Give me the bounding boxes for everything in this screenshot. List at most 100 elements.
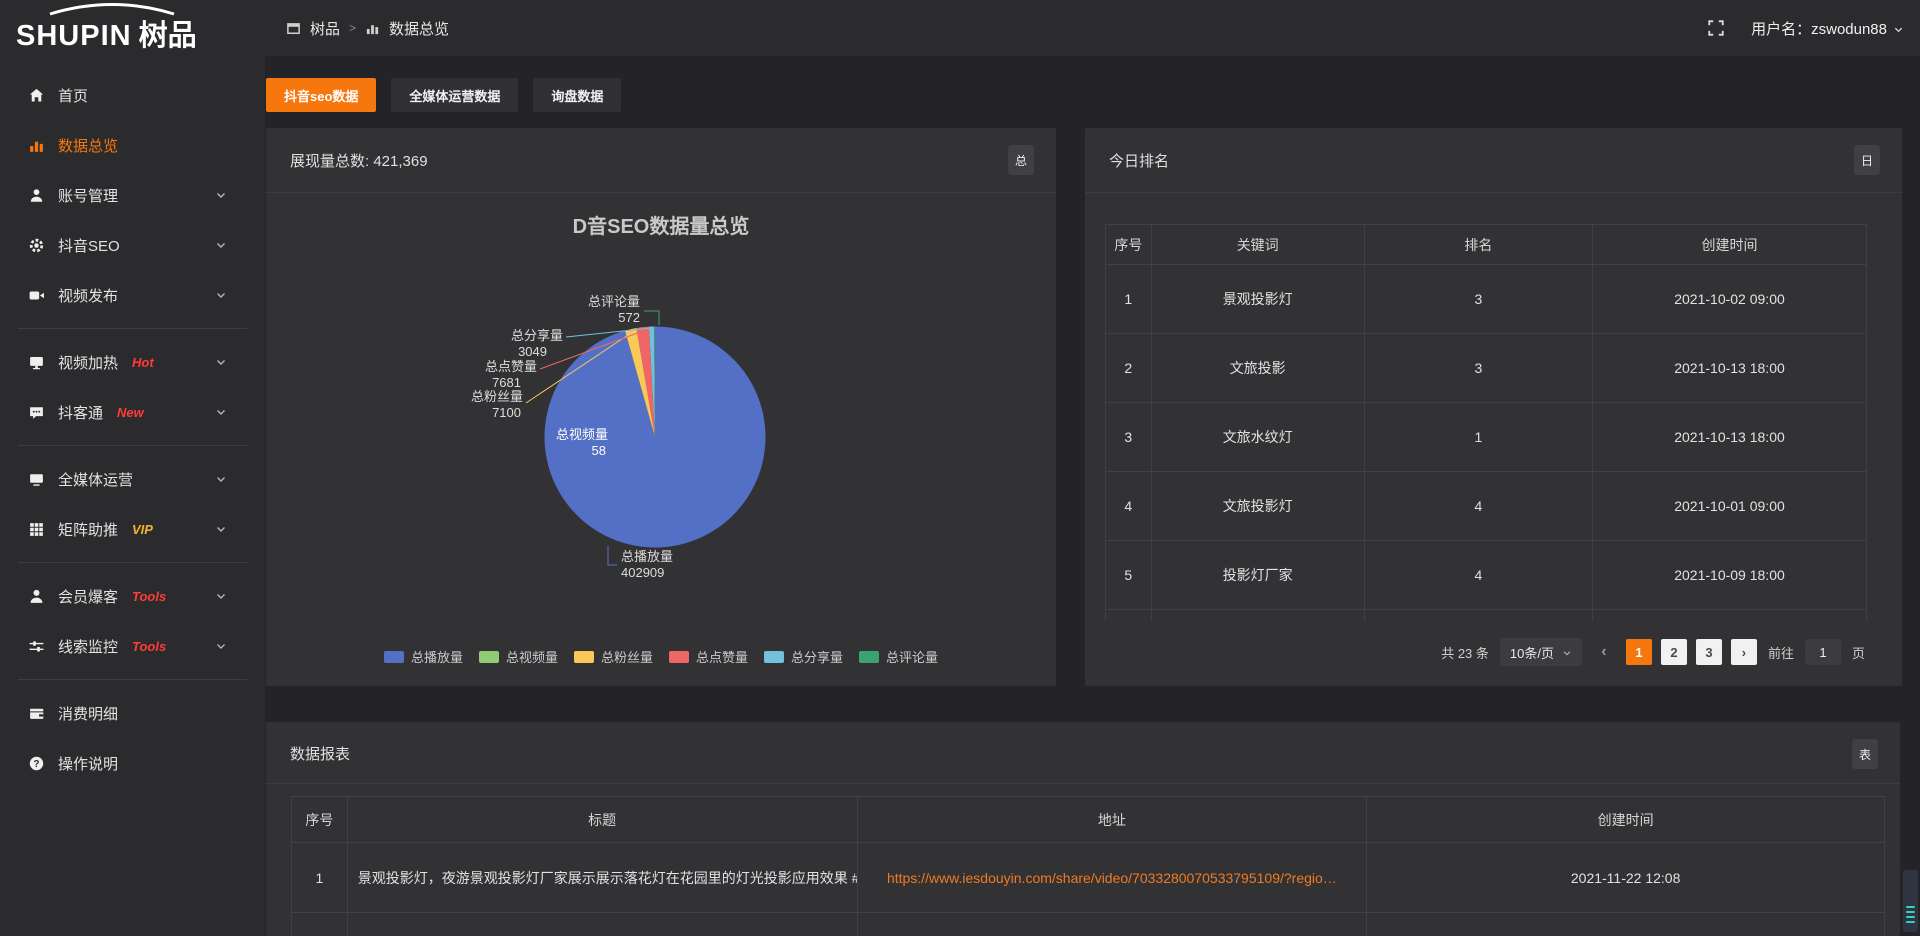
ranking-table-body: 1景观投影灯32021-10-02 09:002文旅投影32021-10-13 … xyxy=(1106,265,1867,622)
report-table-row-partial xyxy=(292,913,1885,936)
ranking-cell: 3 xyxy=(1364,334,1592,403)
legend-item[interactable]: 总粉丝量 xyxy=(574,647,653,666)
report-cell xyxy=(347,913,857,936)
sidebar: SHUPIN树品 首页 数据总览 账号管理 抖音SEO xyxy=(0,0,265,936)
tab-1[interactable]: 抖音seo数据 xyxy=(266,78,376,112)
report-cell xyxy=(857,913,1367,936)
next-page-button[interactable]: › xyxy=(1731,639,1757,665)
sidebar-item-label: 数据总览 xyxy=(58,135,118,156)
pie-label-value: 572 xyxy=(618,310,640,325)
pagination-total: 共 23 条 xyxy=(1441,643,1489,662)
tab-2[interactable]: 全媒体运营数据 xyxy=(391,78,518,112)
report-link[interactable]: https://www.iesdouyin.com/share/video/70… xyxy=(887,870,1337,886)
sidebar-item-5[interactable]: 视频发布 xyxy=(0,270,265,320)
user-icon xyxy=(28,187,45,204)
pie-label-name: 总粉丝量 xyxy=(471,389,523,404)
ranking-corner-button[interactable]: 日 xyxy=(1854,145,1880,175)
pagination: 共 23 条 10条/页 ‹ 123 › 前往 页 xyxy=(1439,638,1867,666)
sidebar-item-9[interactable]: 矩阵助推 VIP xyxy=(0,504,265,554)
sidebar-item-2[interactable]: 数据总览 xyxy=(0,120,265,170)
ranking-cell: 2021-10-01 09:00 xyxy=(1593,472,1867,541)
breadcrumb-root[interactable]: 树品 xyxy=(310,18,340,39)
sidebar-item-3[interactable]: 账号管理 xyxy=(0,170,265,220)
report-corner-button[interactable]: 表 xyxy=(1852,739,1878,769)
pie-chart-svg[interactable]: D音SEO数据量总览总播放量402909总视频量58总粉丝量7100总点赞量76… xyxy=(266,193,1056,686)
page-button-3[interactable]: 3 xyxy=(1696,639,1722,665)
legend-swatch xyxy=(669,651,689,663)
legend-item[interactable]: 总评论量 xyxy=(859,647,938,666)
breadcrumb-separator: > xyxy=(349,21,356,35)
chat-icon xyxy=(28,404,45,421)
prev-page-button[interactable]: ‹ xyxy=(1591,639,1617,665)
sidebar-item-label: 矩阵助推 xyxy=(58,519,118,540)
sidebar-item-10[interactable]: 会员爆客 Tools xyxy=(0,571,265,621)
page-button-2[interactable]: 2 xyxy=(1661,639,1687,665)
report-cell-title: 景观投影灯，夜游景观投影灯厂家展示展示落花灯在花园里的灯光投影应用效果 # xyxy=(347,843,857,913)
legend-label: 总视频量 xyxy=(506,647,558,666)
overview-panel-title: 展现量总数: 421,369 xyxy=(290,128,428,193)
window-icon xyxy=(286,21,301,36)
sidebar-item-label: 操作说明 xyxy=(58,753,118,774)
sidebar-item-1[interactable]: 首页 xyxy=(0,70,265,120)
report-panel-title: 数据报表 xyxy=(290,722,350,784)
top-bar: 树品 > 数据总览 用户名：zswodun88 xyxy=(0,0,1920,56)
logo-text-cn: 树品 xyxy=(139,20,197,52)
sidebar-item-badge: Tools xyxy=(132,589,166,604)
chevron-down-icon xyxy=(215,590,227,602)
sidebar-item-8[interactable]: 全媒体运营 xyxy=(0,454,265,504)
home-icon xyxy=(28,87,45,104)
legend-item[interactable]: 总视频量 xyxy=(479,647,558,666)
page-button-1[interactable]: 1 xyxy=(1626,639,1652,665)
legend-swatch xyxy=(384,651,404,663)
username-label: 用户名：zswodun88 xyxy=(1751,18,1887,39)
tab-bar: 抖音seo数据全媒体运营数据询盘数据 xyxy=(266,78,621,112)
floating-side-widget[interactable] xyxy=(1903,870,1918,932)
report-cell-url: https://www.iesdouyin.com/share/video/70… xyxy=(857,843,1367,913)
report-table: 序号标题地址创建时间 1景观投影灯，夜游景观投影灯厂家展示展示落花灯在花园里的灯… xyxy=(291,796,1885,936)
pie-chart-area: D音SEO数据量总览总播放量402909总视频量58总粉丝量7100总点赞量76… xyxy=(266,193,1056,686)
ranking-cell: 2021-10-13 18:00 xyxy=(1593,403,1867,472)
ranking-panel-header: 今日排名 日 xyxy=(1085,128,1902,193)
goto-label: 前往 xyxy=(1768,643,1794,662)
ranking-cell: 1 xyxy=(1106,265,1152,334)
sidebar-item-label: 全媒体运营 xyxy=(58,469,133,490)
logo[interactable]: SHUPIN树品 xyxy=(0,0,265,56)
fullscreen-icon[interactable] xyxy=(1707,19,1725,37)
pie-label-line xyxy=(644,311,659,325)
user-menu[interactable]: 用户名：zswodun88 xyxy=(1751,18,1904,39)
legend-label: 总播放量 xyxy=(411,647,463,666)
sidebar-item-badge: VIP xyxy=(132,522,153,537)
page-size-value: 10条/页 xyxy=(1510,643,1554,662)
topbar-right: 用户名：zswodun88 xyxy=(1707,0,1904,56)
ranking-panel: 今日排名 日 序号关键词排名创建时间 1景观投影灯32021-10-02 09:… xyxy=(1085,128,1902,686)
sidebar-item-7[interactable]: 抖客通 New xyxy=(0,387,265,437)
tab-3[interactable]: 询盘数据 xyxy=(533,78,621,112)
sidebar-item-label: 首页 xyxy=(58,85,88,106)
report-cell-index: 1 xyxy=(292,843,348,913)
legend-item[interactable]: 总播放量 xyxy=(384,647,463,666)
sidebar-item-13[interactable]: ? 操作说明 xyxy=(0,738,265,788)
breadcrumb: 树品 > 数据总览 xyxy=(286,0,449,56)
legend-swatch xyxy=(764,651,784,663)
goto-page-input[interactable] xyxy=(1805,639,1841,665)
sidebar-item-4[interactable]: 抖音SEO xyxy=(0,220,265,270)
overview-corner-button[interactable]: 总 xyxy=(1008,145,1034,175)
legend-item[interactable]: 总分享量 xyxy=(764,647,843,666)
sidebar-item-12[interactable]: 消费明细 xyxy=(0,688,265,738)
breadcrumb-current[interactable]: 数据总览 xyxy=(389,18,449,39)
legend-label: 总分享量 xyxy=(791,647,843,666)
report-cell xyxy=(1367,913,1885,936)
chart-title: D音SEO数据量总览 xyxy=(573,214,750,238)
sidebar-item-11[interactable]: 线索监控 Tools xyxy=(0,621,265,671)
chevron-down-icon xyxy=(1562,648,1572,658)
sidebar-item-label: 账号管理 xyxy=(58,185,118,206)
pie-label-value: 58 xyxy=(592,443,606,458)
ranking-cell xyxy=(1364,610,1592,622)
chevron-down-icon xyxy=(215,289,227,301)
ranking-cell: 2021-10-13 18:00 xyxy=(1593,334,1867,403)
ranking-table-row: 3文旅水纹灯12021-10-13 18:00 xyxy=(1106,403,1867,472)
legend-item[interactable]: 总点赞量 xyxy=(669,647,748,666)
page-size-select[interactable]: 10条/页 xyxy=(1500,638,1582,666)
sidebar-item-6[interactable]: 视频加热 Hot xyxy=(0,337,265,387)
ranking-cell: 1 xyxy=(1364,403,1592,472)
